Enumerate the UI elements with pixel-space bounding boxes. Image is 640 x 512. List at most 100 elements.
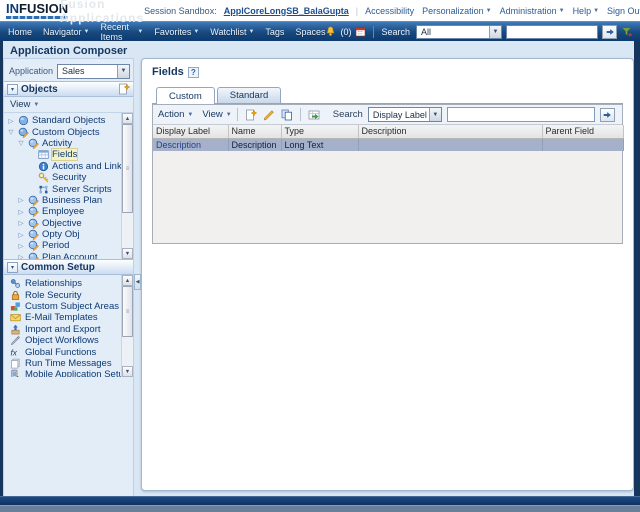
- header-link-sign-out[interactable]: Sign Out: [607, 6, 640, 16]
- search-by-select[interactable]: Display Label ▼: [368, 107, 442, 122]
- common-setup-item-custom-subject-areas[interactable]: Custom Subject Areas: [4, 301, 121, 312]
- expand-node-icon[interactable]: ▷: [17, 219, 25, 227]
- field-link-cell[interactable]: Description: [153, 138, 228, 151]
- column-header-name[interactable]: Name: [228, 125, 281, 138]
- svg-text:fx: fx: [10, 348, 17, 357]
- advanced-search-icon[interactable]: [621, 26, 632, 37]
- custom-object-icon: [28, 229, 39, 240]
- nav-link-recent-items[interactable]: Recent Items▼: [101, 22, 144, 42]
- field-search-input[interactable]: [447, 107, 595, 122]
- action-menu-button[interactable]: Action▼: [158, 109, 193, 120]
- tab-custom[interactable]: Custom: [156, 87, 215, 104]
- common-setup-item-e-mail-templates[interactable]: E-Mail Templates: [4, 312, 121, 323]
- global-search-input[interactable]: [506, 25, 598, 39]
- tree-item-period[interactable]: ▷Period: [4, 240, 121, 251]
- tree-item-objective[interactable]: ▷Objective: [4, 218, 121, 229]
- common-setup-item-mobile-application-setup[interactable]: Mobile Application Setup: [4, 369, 121, 377]
- common-setup-item-import-and-export[interactable]: Import and Export: [4, 324, 121, 335]
- scroll-down-icon[interactable]: ▼: [122, 366, 133, 377]
- tab-standard[interactable]: Standard: [217, 87, 282, 103]
- scroll-up-icon[interactable]: ▲: [122, 113, 133, 124]
- expand-node-icon[interactable]: ▷: [17, 196, 25, 204]
- table-cell: Long Text: [281, 138, 358, 151]
- search-by-dropdown-icon[interactable]: ▼: [429, 108, 441, 121]
- tree-item-fields[interactable]: Fields: [4, 149, 121, 160]
- tree-scrollbar-thumb[interactable]: ≡: [122, 124, 133, 213]
- scroll-down-icon[interactable]: ▼: [122, 248, 133, 259]
- collapse-panel-icon[interactable]: ◀: [134, 274, 141, 290]
- custom-object-icon: [28, 206, 39, 217]
- expand-node-icon[interactable]: ▷: [17, 208, 25, 216]
- nav-link-tags[interactable]: Tags: [265, 27, 284, 37]
- scroll-up-icon[interactable]: ▲: [122, 275, 133, 286]
- field-search-go-button[interactable]: [600, 108, 615, 122]
- collapse-node-icon[interactable]: ▽: [17, 139, 25, 147]
- expand-node-icon[interactable]: ▷: [7, 117, 15, 125]
- header-divider: |: [356, 6, 358, 16]
- application-select[interactable]: Sales ▼: [57, 64, 130, 79]
- nav-link-navigator[interactable]: Navigator▼: [43, 27, 89, 37]
- header-link-personalization[interactable]: Personalization▼: [422, 6, 492, 16]
- nav-link-spaces[interactable]: Spaces: [295, 27, 325, 37]
- column-header-type[interactable]: Type: [281, 125, 358, 138]
- collapse-node-icon[interactable]: ▽: [7, 128, 15, 136]
- panel-splitter[interactable]: ◀: [134, 58, 141, 496]
- common-setup-scrollbar[interactable]: ▲ ≡ ▼: [121, 275, 133, 377]
- table-row[interactable]: DescriptionDescriptionLong Text: [153, 138, 623, 151]
- expand-node-icon[interactable]: ▷: [17, 231, 25, 239]
- tree-scrollbar[interactable]: ▲ ≡ ▼: [121, 113, 133, 259]
- chevron-down-icon: ▼: [593, 8, 599, 14]
- common-setup-item-object-workflows[interactable]: Object Workflows: [4, 335, 121, 346]
- new-icon[interactable]: [243, 107, 259, 122]
- nav-link-favorites[interactable]: Favorites▼: [154, 27, 199, 37]
- header-link-administration[interactable]: Administration▼: [500, 6, 565, 16]
- collapse-common-setup-icon[interactable]: ▾: [7, 262, 18, 273]
- mobile-application-setup-icon: [10, 369, 21, 377]
- column-header-display-label[interactable]: Display Label: [153, 125, 228, 138]
- tree-item-custom-objects[interactable]: ▽Custom Objects: [4, 126, 121, 137]
- common-setup-item-global-functions[interactable]: fxGlobal Functions: [4, 346, 121, 357]
- table-cell: [358, 138, 542, 151]
- header-link-accessibility[interactable]: Accessibility: [365, 6, 414, 16]
- tree-item-business-plan[interactable]: ▷Business Plan: [4, 195, 121, 206]
- tree-item-employee[interactable]: ▷Employee: [4, 206, 121, 217]
- objects-section-header[interactable]: ▾ Objects: [4, 81, 133, 97]
- column-header-description[interactable]: Description: [358, 125, 542, 138]
- common-setup-item-run-time-messages[interactable]: Run Time Messages: [4, 358, 121, 369]
- expand-node-icon[interactable]: ▷: [17, 242, 25, 250]
- help-icon[interactable]: ?: [188, 67, 199, 78]
- column-header-parent-field[interactable]: Parent Field: [542, 125, 623, 138]
- common-setup-section-header[interactable]: ▾ Common Setup: [4, 259, 133, 275]
- nav-link-home[interactable]: Home: [8, 27, 32, 37]
- edit-icon[interactable]: [261, 107, 277, 122]
- tree-item-standard-objects[interactable]: ▷Standard Objects: [4, 115, 121, 126]
- tree-item-opty-obj[interactable]: ▷Opty Obj: [4, 229, 121, 240]
- new-object-icon[interactable]: [118, 83, 130, 95]
- search-scope-select[interactable]: All ▼: [416, 25, 502, 39]
- collapse-objects-icon[interactable]: ▾: [7, 84, 18, 95]
- duplicate-icon[interactable]: [279, 107, 295, 122]
- nav-link-label: Favorites: [154, 27, 191, 37]
- tree-view-menu[interactable]: View▼: [10, 99, 39, 110]
- tree-item-security[interactable]: Security: [4, 172, 121, 183]
- tree-item-actions-and-links[interactable]: Actions and Links: [4, 161, 121, 172]
- search-scope-dropdown-icon[interactable]: ▼: [489, 26, 501, 38]
- nav-link-watchlist[interactable]: Watchlist▼: [210, 27, 254, 37]
- alerts-bell-icon[interactable]: [325, 26, 336, 37]
- session-sandbox-label: Session Sandbox:: [144, 6, 217, 16]
- search-go-button[interactable]: [602, 25, 617, 39]
- tree-item-plan-account[interactable]: ▷Plan Account: [4, 252, 121, 259]
- header-link-label: Personalization: [422, 6, 484, 16]
- header-link-label: Sign Out: [607, 6, 640, 16]
- common-setup-item-role-security[interactable]: Role Security: [4, 289, 121, 300]
- header-link-help[interactable]: Help▼: [573, 6, 599, 16]
- common-setup-item-relationships[interactable]: Relationships: [4, 278, 121, 289]
- tree-item-activity[interactable]: ▽Activity: [4, 138, 121, 149]
- detach-icon[interactable]: [306, 107, 322, 122]
- view-menu-button[interactable]: View▼: [202, 109, 231, 120]
- application-dropdown-icon[interactable]: ▼: [117, 65, 129, 78]
- calendar-icon[interactable]: [355, 26, 366, 37]
- tree-item-server-scripts[interactable]: Server Scripts: [4, 183, 121, 194]
- common-setup-scrollbar-thumb[interactable]: ≡: [122, 286, 133, 337]
- session-sandbox-link[interactable]: ApplCoreLongSB_BalaGupta: [224, 6, 349, 16]
